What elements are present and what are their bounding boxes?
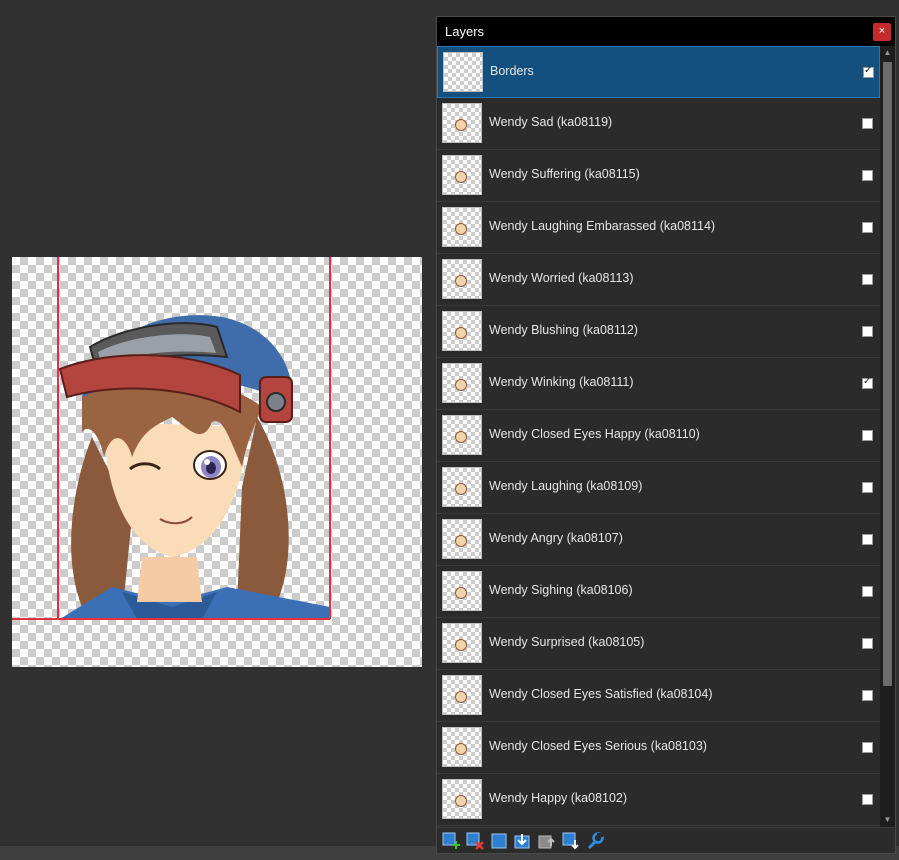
layer-name: Wendy Suffering (ka08115)	[489, 167, 640, 181]
layer-thumbnail	[442, 259, 482, 299]
image-canvas[interactable]	[12, 257, 422, 667]
thumbnail-face	[455, 743, 467, 755]
layer-row[interactable]: Wendy Closed Eyes Serious (ka08103)	[437, 722, 880, 774]
layer-properties-icon[interactable]	[586, 832, 604, 850]
layer-name: Wendy Laughing (ka08109)	[489, 479, 643, 493]
close-button[interactable]: ×	[873, 23, 891, 41]
scrollbar[interactable]: ▲ ▼	[880, 46, 895, 827]
checkmark-icon: ✓	[864, 65, 873, 76]
layer-row[interactable]: Wendy Sighing (ka08106)	[437, 566, 880, 618]
layer-visibility-checkbox[interactable]	[862, 170, 873, 181]
layer-visibility-checkbox[interactable]	[862, 534, 873, 545]
layer-visibility-checkbox[interactable]	[862, 638, 873, 649]
layer-name: Wendy Happy (ka08102)	[489, 791, 628, 805]
layer-name: Borders	[490, 64, 534, 78]
scroll-down-arrow-icon[interactable]: ▼	[880, 813, 895, 827]
layer-row[interactable]: Wendy Surprised (ka08105)	[437, 618, 880, 670]
layer-thumbnail	[442, 675, 482, 715]
layer-thumbnail	[442, 207, 482, 247]
layer-visibility-checkbox[interactable]	[862, 742, 873, 753]
merge-layer-down-icon[interactable]	[514, 832, 532, 850]
layers-panel-titlebar[interactable]: Layers ×	[437, 17, 895, 46]
layer-row[interactable]: Borders ✓	[437, 46, 880, 98]
layer-row[interactable]: Wendy Angry (ka08107)	[437, 514, 880, 566]
layer-visibility-checkbox[interactable]	[862, 430, 873, 441]
layer-visibility-checkbox[interactable]	[862, 586, 873, 597]
thumbnail-face	[455, 587, 467, 599]
thumbnail-face	[455, 223, 467, 235]
add-layer-icon[interactable]	[442, 832, 460, 850]
layer-row[interactable]: Wendy Suffering (ka08115)	[437, 150, 880, 202]
move-layer-down-icon[interactable]	[562, 832, 580, 850]
layer-thumbnail	[442, 623, 482, 663]
layer-row[interactable]: Wendy Happy (ka08102)	[437, 774, 880, 826]
layer-row[interactable]: Wendy Winking (ka08111) ✓	[437, 358, 880, 410]
layer-visibility-checkbox[interactable]	[862, 326, 873, 337]
layer-name: Wendy Closed Eyes Happy (ka08110)	[489, 427, 700, 441]
thumbnail-face	[455, 483, 467, 495]
move-layer-up-icon[interactable]	[538, 832, 556, 850]
layer-thumbnail	[442, 363, 482, 403]
layer-visibility-checkbox[interactable]	[862, 222, 873, 233]
layer-name: Wendy Laughing Embarassed (ka08114)	[489, 219, 716, 233]
thumbnail-face	[455, 431, 467, 443]
layer-row[interactable]: Wendy Worried (ka08113)	[437, 254, 880, 306]
layer-visibility-checkbox[interactable]	[862, 690, 873, 701]
character-illustration	[12, 257, 331, 620]
layer-name: Wendy Closed Eyes Serious (ka08103)	[489, 739, 707, 753]
layer-visibility-checkbox[interactable]: ✓	[863, 65, 874, 78]
layer-row[interactable]: Wendy Closed Eyes Satisfied (ka08104)	[437, 670, 880, 722]
layer-thumbnail	[442, 103, 482, 143]
layer-thumbnail	[442, 727, 482, 767]
layer-thumbnail	[442, 519, 482, 559]
layer-visibility-checkbox[interactable]	[862, 274, 873, 285]
layer-visibility-checkbox[interactable]	[862, 482, 873, 493]
layer-name: Wendy Sighing (ka08106)	[489, 583, 633, 597]
layer-list: Borders ✓ Wendy Sad (ka08119) Wendy Sufferi…	[437, 46, 880, 827]
layer-thumbnail	[442, 467, 482, 507]
layer-name: Wendy Surprised (ka08105)	[489, 635, 645, 649]
thumbnail-face	[455, 275, 467, 287]
layer-name: Wendy Angry (ka08107)	[489, 531, 623, 545]
layer-row[interactable]: Wendy Blushing (ka08112)	[437, 306, 880, 358]
thumbnail-face	[455, 379, 467, 391]
thumbnail-face	[455, 795, 467, 807]
layers-panel: Layers × Borders ✓ Wendy Sad (ka08119) Wend…	[436, 16, 896, 854]
layer-row[interactable]: Wendy Laughing Embarassed (ka08114)	[437, 202, 880, 254]
layers-toolbar	[437, 827, 895, 853]
layer-visibility-checkbox[interactable]	[862, 118, 873, 129]
layer-row[interactable]: Wendy Laughing (ka08109)	[437, 462, 880, 514]
layer-name: Wendy Blushing (ka08112)	[489, 323, 638, 337]
layer-thumbnail	[442, 415, 482, 455]
thumbnail-face	[455, 119, 467, 131]
thumbnail-face	[455, 639, 467, 651]
layer-name: Wendy Closed Eyes Satisfied (ka08104)	[489, 687, 713, 701]
layer-thumbnail	[442, 779, 482, 819]
layer-row[interactable]: Wendy Closed Eyes Happy (ka08110)	[437, 410, 880, 462]
layer-name: Wendy Sad (ka08119)	[489, 115, 613, 129]
layer-name: Wendy Winking (ka08111)	[489, 375, 634, 389]
layer-thumbnail	[442, 311, 482, 351]
scroll-up-arrow-icon[interactable]: ▲	[880, 46, 895, 60]
thumbnail-face	[455, 171, 467, 183]
delete-layer-icon[interactable]	[466, 832, 484, 850]
workspace: Layers × Borders ✓ Wendy Sad (ka08119) Wend…	[0, 0, 899, 860]
layer-row[interactable]: Wendy Sad (ka08119)	[437, 98, 880, 150]
layer-thumbnail	[443, 52, 483, 92]
checkmark-icon: ✓	[863, 376, 872, 387]
layer-visibility-checkbox[interactable]	[862, 794, 873, 805]
panel-title: Layers	[445, 24, 485, 39]
scroll-thumb[interactable]	[883, 62, 892, 686]
layer-thumbnail	[442, 571, 482, 611]
thumbnail-face	[455, 327, 467, 339]
thumbnail-face	[455, 535, 467, 547]
layer-name: Wendy Worried (ka08113)	[489, 271, 634, 285]
layer-visibility-checkbox[interactable]: ✓	[862, 376, 873, 389]
thumbnail-face	[455, 691, 467, 703]
layer-thumbnail	[442, 155, 482, 195]
duplicate-layer-icon[interactable]	[490, 832, 508, 850]
